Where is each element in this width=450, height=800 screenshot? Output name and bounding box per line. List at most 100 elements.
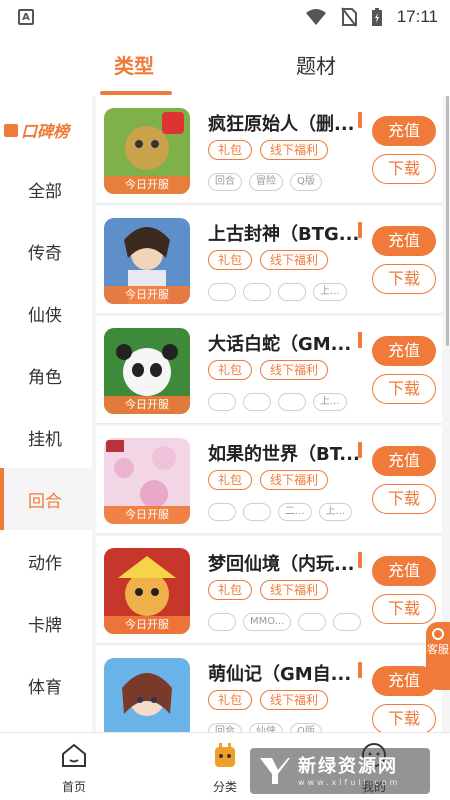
reputation-ranking[interactable]: 口碑榜: [4, 118, 69, 142]
genre-tag: 上...: [318, 503, 353, 521]
download-button[interactable]: 下载: [372, 374, 436, 404]
game-list: 今日开服 疯狂原始人（删... 礼包 线下福利 回合 冒险 Q版 充值 下载 今…: [96, 96, 442, 732]
genre-tag: 上...: [313, 393, 347, 411]
recharge-button[interactable]: 充值: [372, 556, 436, 586]
gift-tag: 礼包: [208, 250, 253, 270]
genre-tag: 上...: [313, 283, 347, 301]
game-card[interactable]: 今日开服 大话白蛇（GM... 礼包 线下福利 上... 充值 下载: [96, 316, 442, 424]
recharge-button[interactable]: 充值: [372, 116, 436, 146]
genre-tag: [278, 393, 306, 411]
offline-benefit-tag: 线下福利: [260, 140, 329, 160]
game-icon[interactable]: 今日开服: [104, 548, 190, 634]
genre-tag: [333, 613, 362, 631]
title-accent: [358, 112, 362, 128]
game-title[interactable]: 梦回仙境（内玩...: [208, 550, 355, 576]
game-icon[interactable]: [104, 658, 190, 732]
title-accent: [358, 222, 362, 238]
game-title[interactable]: 疯狂原始人（删...: [208, 110, 355, 136]
game-card[interactable]: 今日开服 如果的世界（BT... 礼包 线下福利 二... 上... 充值 下载: [96, 426, 442, 534]
site-watermark: 新绿资源网 www.xlfuli.com: [250, 748, 430, 794]
wifi-icon: [305, 9, 326, 25]
game-title[interactable]: 萌仙记（GM自...: [208, 660, 351, 686]
battery-charging-icon: [371, 8, 382, 26]
open-today-badge: 今日开服: [104, 176, 190, 194]
genre-sidebar: 口碑榜 全部 传奇 仙侠 角色 挂机 回合 动作 卡牌 体育: [0, 96, 92, 732]
active-tab-indicator: [100, 91, 172, 95]
nav-home[interactable]: 首页: [34, 741, 114, 795]
gift-tag: 礼包: [208, 360, 253, 380]
game-icon[interactable]: 今日开服: [104, 108, 190, 194]
offline-benefit-tag: 线下福利: [260, 250, 329, 270]
no-sim-icon: [340, 7, 357, 27]
download-button[interactable]: 下载: [372, 484, 436, 514]
download-button[interactable]: 下载: [372, 154, 436, 184]
watermark-logo-icon: [260, 758, 290, 784]
open-today-badge: 今日开服: [104, 506, 190, 524]
game-icon[interactable]: 今日开服: [104, 328, 190, 414]
list-scrollbar[interactable]: [446, 96, 449, 346]
watermark-text: 新绿资源网: [298, 755, 398, 777]
sidebar-item-legend[interactable]: 传奇: [0, 220, 92, 282]
game-icon[interactable]: 今日开服: [104, 218, 190, 304]
offline-benefit-tag: 线下福利: [260, 690, 329, 710]
gift-tag: 礼包: [208, 470, 253, 490]
genre-tag: [208, 393, 236, 411]
title-accent: [358, 662, 362, 678]
genre-tag: 仙侠: [249, 723, 283, 732]
nav-home-label: 首页: [61, 780, 86, 794]
thumbs-up-icon: [4, 123, 18, 137]
genre-tag: 二...: [278, 503, 312, 521]
tab-type[interactable]: 类型: [114, 50, 154, 79]
genre-tag: [243, 393, 271, 411]
genre-tag: [243, 283, 271, 301]
genre-tag: [243, 503, 271, 521]
sidebar-item-all[interactable]: 全部: [0, 158, 92, 220]
game-card[interactable]: 今日开服 疯狂原始人（删... 礼包 线下福利 回合 冒险 Q版 充值 下载: [96, 96, 442, 204]
recharge-button[interactable]: 充值: [372, 226, 436, 256]
game-card[interactable]: 萌仙记（GM自... 礼包 线下福利 回合 仙侠 Q版 充值 下载: [96, 646, 442, 732]
genre-tag: [298, 613, 327, 631]
genre-tag: [278, 283, 306, 301]
open-today-badge: 今日开服: [104, 286, 190, 304]
genre-tag: 冒险: [249, 173, 283, 191]
download-button[interactable]: 下载: [372, 264, 436, 294]
tab-theme[interactable]: 题材: [296, 50, 336, 79]
status-bar: A 17:11: [0, 0, 450, 34]
genre-tag: Q版: [290, 723, 322, 732]
game-card[interactable]: 今日开服 上古封神（BTG... 礼包 线下福利 上... 充值 下载: [96, 206, 442, 314]
title-accent: [358, 442, 362, 458]
sidebar-item-card[interactable]: 卡牌: [0, 592, 92, 654]
watermark-url: www.xlfuli.com: [298, 777, 401, 787]
game-title[interactable]: 如果的世界（BT...: [208, 440, 360, 466]
genre-tag: [208, 613, 236, 631]
sidebar-item-idle[interactable]: 挂机: [0, 406, 92, 468]
reputation-ranking-label: 口碑榜: [21, 122, 70, 141]
title-accent: [358, 552, 362, 568]
genre-tag: MMO...: [243, 613, 292, 631]
download-button[interactable]: 下载: [372, 594, 436, 624]
status-time: 17:11: [396, 7, 438, 26]
gift-tag: 礼包: [208, 580, 253, 600]
sidebar-item-turn-based[interactable]: 回合: [0, 468, 92, 530]
game-card[interactable]: 今日开服 梦回仙境（内玩... 礼包 线下福利 MMO... 充值 下载: [96, 536, 442, 644]
genre-tag: 回合: [208, 173, 242, 191]
sidebar-item-sports[interactable]: 体育: [0, 654, 92, 716]
game-title[interactable]: 大话白蛇（GM...: [208, 330, 351, 356]
gift-tag: 礼包: [208, 690, 253, 710]
download-button[interactable]: 下载: [372, 704, 436, 732]
recharge-button[interactable]: 充值: [372, 446, 436, 476]
genre-tag: 回合: [208, 723, 242, 732]
offline-benefit-tag: 线下福利: [260, 580, 329, 600]
game-title[interactable]: 上古封神（BTG...: [208, 220, 359, 246]
sidebar-item-rpg[interactable]: 角色: [0, 344, 92, 406]
sidebar-item-action[interactable]: 动作: [0, 530, 92, 592]
open-today-badge: 今日开服: [104, 616, 190, 634]
recharge-button[interactable]: 充值: [372, 336, 436, 366]
customer-service-button[interactable]: 客服: [426, 622, 450, 690]
headset-icon: [432, 628, 444, 640]
notification-a-icon: A: [18, 9, 34, 25]
offline-benefit-tag: 线下福利: [260, 360, 329, 380]
sidebar-item-xianxia[interactable]: 仙侠: [0, 282, 92, 344]
open-today-badge: 今日开服: [104, 396, 190, 414]
game-icon[interactable]: 今日开服: [104, 438, 190, 524]
